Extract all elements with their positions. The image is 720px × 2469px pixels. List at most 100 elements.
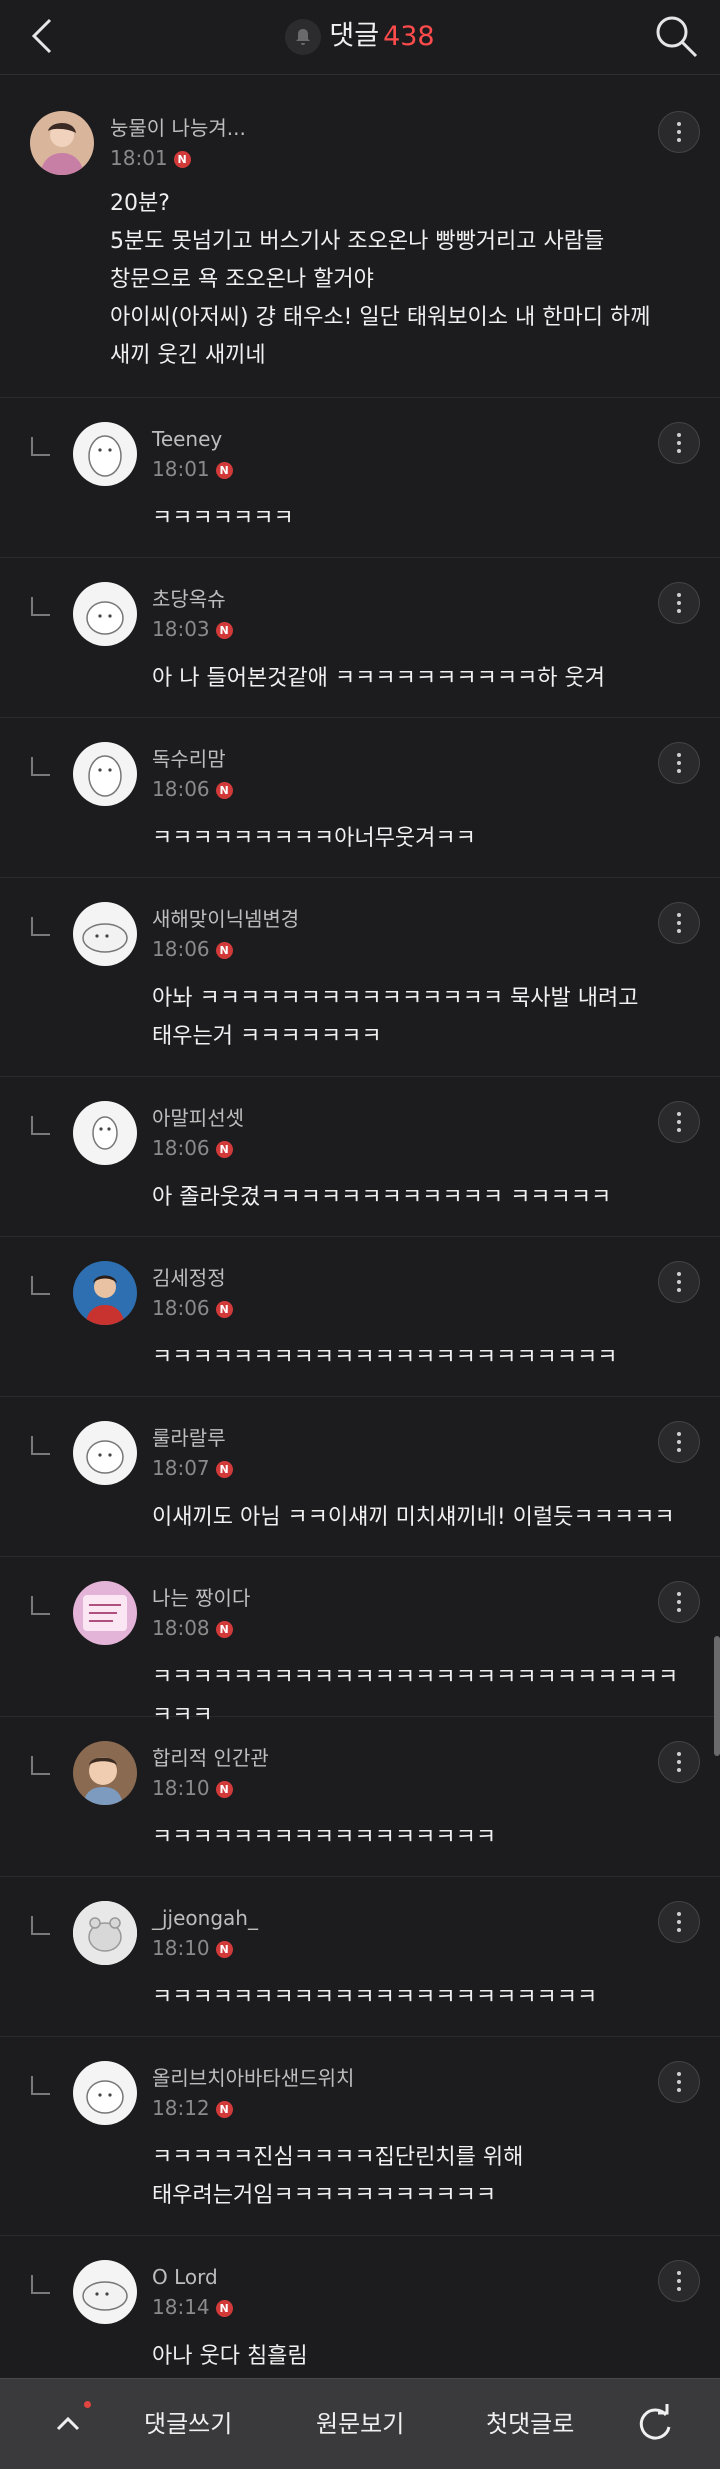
comment-time: 18:06 N bbox=[152, 1295, 233, 1321]
refresh-icon[interactable] bbox=[632, 2401, 676, 2445]
comment-time: 18:08 N bbox=[152, 1615, 233, 1641]
reply-arrow-icon bbox=[31, 2076, 50, 2095]
reply-item: 김세정정 18:06 N ㅋㅋㅋㅋㅋㅋㅋㅋㅋㅋㅋㅋㅋㅋㅋㅋㅋㅋㅋㅋㅋㅋㅋ bbox=[0, 1237, 720, 1397]
new-badge: N bbox=[215, 1941, 233, 1958]
title-label: 댓글 bbox=[329, 20, 380, 52]
more-options-button[interactable] bbox=[658, 422, 700, 464]
comment-list: 눙물이 나능겨... 18:01 N 20분? 5분도 못넘기고 버스기사 조오온… bbox=[0, 75, 720, 2376]
avatar[interactable] bbox=[73, 1901, 137, 1965]
comment-body: 아놔 ㅋㅋㅋㅋㅋㅋㅋㅋㅋㅋㅋㅋㅋㅋㅋ 묵사발 내려고 태우는거 ㅋㅋㅋㅋㅋㅋㅋ bbox=[152, 986, 639, 1049]
search-icon[interactable] bbox=[652, 12, 700, 60]
comment-nickname[interactable]: 올리브치아바타샌드위치 bbox=[152, 2065, 354, 2091]
comment-nickname[interactable]: 초당옥슈 bbox=[152, 586, 226, 612]
comment-body: ㅋㅋㅋㅋㅋㅋㅋㅋㅋ아너무웃겨ㅋㅋ bbox=[152, 826, 476, 851]
reply-item: 올리브치아바타샌드위치 18:12 N ㅋㅋㅋㅋㅋ진심ㅋㅋㅋㅋ집단린치를 위해 태… bbox=[0, 2037, 720, 2236]
reply-arrow-icon bbox=[31, 1756, 50, 1775]
comment-body: ㅋㅋㅋㅋㅋㅋㅋㅋㅋㅋㅋㅋㅋㅋㅋㅋㅋ bbox=[152, 1825, 497, 1850]
new-badge: N bbox=[173, 151, 191, 168]
more-options-button[interactable] bbox=[658, 1901, 700, 1943]
comment-nickname[interactable]: 아말피선셋 bbox=[152, 1105, 244, 1131]
reply-item: 룰라랄루 18:07 N 이새끼도 아님 ㅋㅋ이섀끼 미치섀끼네! 이럴듯ㅋㅋㅋㅋ… bbox=[0, 1397, 720, 1557]
more-options-button[interactable] bbox=[658, 111, 700, 153]
comment-time: 18:01 N bbox=[152, 456, 233, 482]
comment-time: 18:10 N bbox=[152, 1935, 233, 1961]
comment-nickname[interactable]: 룰라랄루 bbox=[152, 1425, 226, 1451]
chevron-up-icon[interactable] bbox=[48, 2403, 88, 2443]
comment-item: 눙물이 나능겨... 18:01 N 20분? 5분도 못넘기고 버스기사 조오온… bbox=[0, 75, 720, 398]
more-options-button[interactable] bbox=[658, 582, 700, 624]
page-title: 댓글 438 bbox=[0, 16, 720, 57]
comment-nickname[interactable]: 독수리맘 bbox=[152, 746, 226, 772]
reply-arrow-icon bbox=[31, 917, 50, 936]
comment-body: ㅋㅋㅋㅋㅋㅋㅋㅋㅋㅋㅋㅋㅋㅋㅋㅋㅋㅋㅋㅋㅋㅋ bbox=[152, 1985, 598, 2010]
new-badge: N bbox=[215, 782, 233, 799]
comment-body: ㅋㅋㅋㅋㅋㅋㅋ bbox=[152, 506, 294, 531]
comment-nickname[interactable]: 김세정정 bbox=[152, 1265, 226, 1291]
reply-item: 초당옥슈 18:03 N 아 나 들어본것같애 ㅋㅋㅋㅋㅋㅋㅋㅋㅋㅋ하 웃겨 bbox=[0, 558, 720, 718]
more-options-button[interactable] bbox=[658, 902, 700, 944]
more-options-button[interactable] bbox=[658, 1581, 700, 1623]
more-options-button[interactable] bbox=[658, 1101, 700, 1143]
comment-nickname[interactable]: 나는 짱이다 bbox=[152, 1585, 250, 1611]
avatar[interactable] bbox=[73, 1101, 137, 1165]
more-options-button[interactable] bbox=[658, 1741, 700, 1783]
comment-nickname[interactable]: 새해맞이닉넴변경 bbox=[152, 906, 299, 932]
comment-nickname[interactable]: Teeney bbox=[152, 426, 222, 452]
comment-body: 아 졸라웃겼ㅋㅋㅋㅋㅋㅋㅋㅋㅋㅋㅋㅋ ㅋㅋㅋㅋㅋ bbox=[152, 1185, 612, 1210]
comment-nickname[interactable]: O Lord bbox=[152, 2264, 218, 2290]
more-options-button[interactable] bbox=[658, 2260, 700, 2302]
avatar[interactable] bbox=[73, 2260, 137, 2324]
reply-arrow-icon bbox=[31, 2275, 50, 2294]
avatar[interactable] bbox=[73, 742, 137, 806]
new-badge: N bbox=[215, 942, 233, 959]
write-comment-button[interactable]: 댓글쓰기 bbox=[144, 2407, 232, 2441]
reply-item: 독수리맘 18:06 N ㅋㅋㅋㅋㅋㅋㅋㅋㅋ아너무웃겨ㅋㅋ bbox=[0, 718, 720, 878]
reply-arrow-icon bbox=[31, 1116, 50, 1135]
new-badge: N bbox=[215, 462, 233, 479]
comment-time: 18:14 N bbox=[152, 2294, 233, 2320]
new-badge: N bbox=[215, 1141, 233, 1158]
comment-time: 18:07 N bbox=[152, 1455, 233, 1481]
avatar[interactable] bbox=[73, 422, 137, 486]
avatar[interactable] bbox=[73, 902, 137, 966]
comment-body: ㅋㅋㅋㅋㅋㅋㅋㅋㅋㅋㅋㅋㅋㅋㅋㅋㅋㅋㅋㅋㅋㅋㅋ bbox=[152, 1345, 618, 1370]
avatar[interactable] bbox=[73, 2061, 137, 2125]
avatar[interactable] bbox=[73, 582, 137, 646]
comment-time: 18:06 N bbox=[152, 776, 233, 802]
reply-item: 나는 짱이다 18:08 N ㅋㅋㅋㅋㅋㅋㅋㅋㅋㅋㅋㅋㅋㅋㅋㅋㅋㅋㅋㅋㅋㅋㅋㅋㅋㅋ… bbox=[0, 1557, 720, 1728]
new-badge: N bbox=[215, 2300, 233, 2317]
comment-nickname[interactable]: 눙물이 나능겨... bbox=[110, 115, 246, 141]
comment-body: 아 나 들어본것같애 ㅋㅋㅋㅋㅋㅋㅋㅋㅋㅋ하 웃겨 bbox=[152, 666, 606, 691]
more-options-button[interactable] bbox=[658, 2061, 700, 2103]
avatar[interactable] bbox=[30, 111, 94, 175]
avatar[interactable] bbox=[73, 1421, 137, 1485]
comment-time: 18:06 N bbox=[152, 936, 233, 962]
reply-arrow-icon bbox=[31, 1916, 50, 1935]
reply-item: 아말피선셋 18:06 N 아 졸라웃겼ㅋㅋㅋㅋㅋㅋㅋㅋㅋㅋㅋㅋ ㅋㅋㅋㅋㅋ bbox=[0, 1077, 720, 1237]
avatar[interactable] bbox=[73, 1261, 137, 1325]
avatar[interactable] bbox=[73, 1581, 137, 1645]
view-original-button[interactable]: 원문보기 bbox=[316, 2407, 404, 2441]
avatar[interactable] bbox=[73, 1741, 137, 1805]
reply-item: _jjeongah_ 18:10 N ㅋㅋㅋㅋㅋㅋㅋㅋㅋㅋㅋㅋㅋㅋㅋㅋㅋㅋㅋㅋㅋㅋ bbox=[0, 1877, 720, 2037]
comment-nickname[interactable]: 합리적 인간관 bbox=[152, 1745, 269, 1771]
new-badge: N bbox=[215, 2101, 233, 2118]
reply-arrow-icon bbox=[31, 597, 50, 616]
reply-arrow-icon bbox=[31, 1276, 50, 1295]
more-options-button[interactable] bbox=[658, 1421, 700, 1463]
bottom-bar: 댓글쓰기 원문보기 첫댓글로 bbox=[0, 2378, 720, 2469]
scrollbar-thumb[interactable] bbox=[714, 1636, 720, 1756]
notification-dot bbox=[84, 2401, 91, 2408]
comment-body: ㅋㅋㅋㅋㅋ진심ㅋㅋㅋㅋ집단린치를 위해 태우려는거임ㅋㅋㅋㅋㅋㅋㅋㅋㅋㅋㅋ bbox=[152, 2145, 524, 2208]
comment-nickname[interactable]: _jjeongah_ bbox=[152, 1905, 258, 1931]
new-badge: N bbox=[215, 1781, 233, 1798]
first-comment-button[interactable]: 첫댓글로 bbox=[486, 2407, 574, 2441]
top-bar: 댓글 438 bbox=[0, 0, 720, 75]
reply-item: Teeney 18:01 N ㅋㅋㅋㅋㅋㅋㅋ bbox=[0, 398, 720, 558]
more-options-button[interactable] bbox=[658, 1261, 700, 1303]
bell-icon[interactable] bbox=[285, 18, 322, 55]
reply-arrow-icon bbox=[31, 757, 50, 776]
more-options-button[interactable] bbox=[658, 742, 700, 784]
reply-arrow-icon bbox=[31, 1436, 50, 1455]
reply-item: O Lord 18:14 N 아나 웃다 침흘림 bbox=[0, 2236, 720, 2376]
